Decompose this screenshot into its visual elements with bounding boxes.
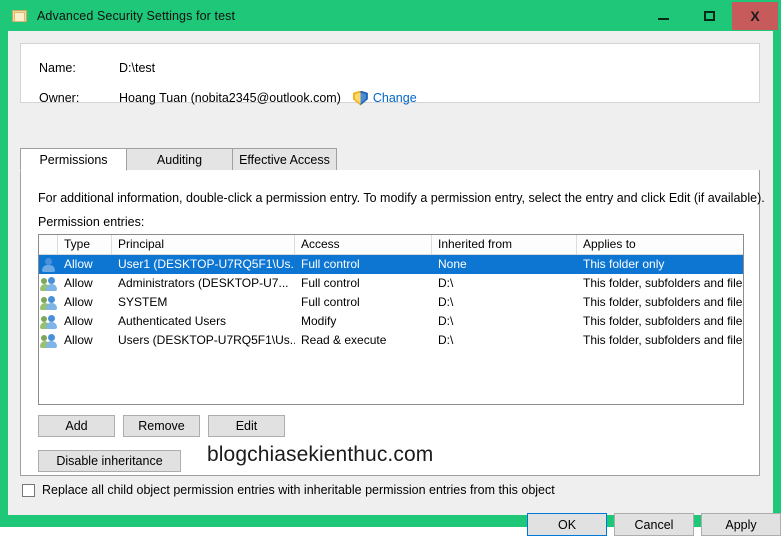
caption-buttons: X (640, 2, 778, 30)
title-bar[interactable]: Advanced Security Settings for test X (0, 0, 781, 31)
owner-value: Hoang Tuan (nobita2345@outlook.com) (119, 91, 341, 105)
replace-child-permissions-label: Replace all child object permission entr… (42, 483, 555, 497)
owner-label: Owner: (39, 91, 80, 105)
table-body: Allow User1 (DESKTOP-U7RQ5F1\Us... Full co… (39, 255, 743, 350)
table-header-row: Type Principal Access Inherited from App… (39, 235, 743, 255)
cell-inherited-from: D:\ (438, 314, 454, 328)
column-header-access[interactable]: Access (295, 235, 432, 254)
cell-inherited-from: None (438, 257, 467, 271)
column-header-principal[interactable]: Principal (112, 235, 295, 254)
cell-type: Allow (64, 276, 93, 290)
table-row[interactable]: Allow SYSTEM Full control D:\ This folder, s… (39, 293, 743, 312)
instruction-text: For additional information, double-click… (38, 191, 765, 205)
cell-principal: Administrators (DESKTOP-U7... (118, 276, 289, 290)
cell-access: Read & execute (301, 333, 387, 347)
cancel-button[interactable]: Cancel (614, 513, 694, 536)
table-row[interactable]: Allow Users (DESKTOP-U7RQ5F1\Us... Read & … (39, 331, 743, 350)
group-icon (39, 276, 58, 291)
group-icon (39, 295, 58, 310)
cell-applies-to: This folder only (583, 257, 665, 271)
window-title: Advanced Security Settings for test (37, 8, 236, 23)
column-header-inherited-from[interactable]: Inherited from (432, 235, 577, 254)
column-header-applies-to[interactable]: Applies to (577, 235, 743, 254)
close-icon: X (750, 8, 760, 24)
tab-permissions[interactable]: Permissions (20, 148, 127, 171)
change-owner-link[interactable]: Change (373, 91, 417, 105)
cell-access: Modify (301, 314, 337, 328)
uac-shield-icon (352, 90, 368, 106)
cell-applies-to: This folder, subfolders and files (583, 333, 743, 347)
cell-access: Full control (301, 295, 360, 309)
cell-principal: SYSTEM (118, 295, 168, 309)
apply-button[interactable]: Apply (701, 513, 781, 536)
permission-entries-list[interactable]: Type Principal Access Inherited from App… (38, 234, 744, 405)
remove-button[interactable]: Remove (123, 415, 200, 437)
close-button[interactable]: X (732, 2, 778, 30)
name-value: D:\test (119, 61, 156, 75)
cell-inherited-from: D:\ (438, 276, 454, 290)
replace-child-permissions-row[interactable]: Replace all child object permission entr… (22, 483, 555, 497)
permission-entries-label: Permission entries: (38, 215, 145, 229)
cell-applies-to: This folder, subfolders and files (583, 295, 743, 309)
maximize-button[interactable] (686, 2, 732, 30)
cell-type: Allow (64, 295, 93, 309)
advanced-security-settings-window: Advanced Security Settings for test X Na… (0, 0, 781, 536)
column-header-type[interactable]: Type (58, 235, 112, 254)
disable-inheritance-button[interactable]: Disable inheritance (38, 450, 181, 472)
table-row[interactable]: Allow Authenticated Users Modify D:\ This fo… (39, 312, 743, 331)
name-label: Name: (39, 61, 76, 75)
column-header-icon[interactable] (39, 235, 58, 254)
minimize-button[interactable] (640, 2, 686, 30)
cell-applies-to: This folder, subfolders and files (583, 314, 743, 328)
cell-principal: Authenticated Users (118, 314, 227, 328)
owner-row: Owner: Hoang Tuan (nobita2345@outlook.co… (39, 89, 417, 107)
cell-applies-to: This folder, subfolders and files (583, 276, 743, 290)
cell-inherited-from: D:\ (438, 295, 454, 309)
replace-child-permissions-checkbox[interactable] (22, 483, 35, 497)
cell-inherited-from: D:\ (438, 333, 454, 347)
add-button[interactable]: Add (38, 415, 115, 437)
name-row: Name: D:\test (39, 59, 155, 77)
user-icon (39, 257, 58, 272)
edit-button[interactable]: Edit (208, 415, 285, 437)
ok-button[interactable]: OK (527, 513, 607, 536)
cell-type: Allow (64, 257, 93, 271)
group-icon (39, 333, 58, 348)
minimize-icon (657, 18, 669, 20)
cell-type: Allow (64, 333, 93, 347)
maximize-icon (703, 11, 715, 21)
cell-access: Full control (301, 257, 360, 271)
cell-type: Allow (64, 314, 93, 328)
tab-effective-access[interactable]: Effective Access (232, 148, 337, 171)
table-row[interactable]: Allow User1 (DESKTOP-U7RQ5F1\Us... Full co… (39, 255, 743, 274)
tab-auditing[interactable]: Auditing (126, 148, 233, 171)
watermark-text: blogchiasekienthuc.com (207, 443, 434, 466)
object-info-panel: Name: D:\test Owner: Hoang Tuan (nobita2… (20, 43, 760, 106)
dialog-client-area: Name: D:\test Owner: Hoang Tuan (nobita2… (8, 31, 781, 536)
permissions-tab-pane: For additional information, double-click… (20, 170, 765, 476)
cell-principal: Users (DESKTOP-U7RQ5F1\Us... (118, 333, 295, 347)
cell-access: Full control (301, 276, 360, 290)
group-icon (39, 314, 58, 329)
cell-principal: User1 (DESKTOP-U7RQ5F1\Us... (118, 257, 295, 271)
table-row[interactable]: Allow Administrators (DESKTOP-U7... Full c… (39, 274, 743, 293)
tab-strip: Permissions Auditing Effective Access (20, 148, 760, 171)
folder-icon (12, 8, 28, 24)
